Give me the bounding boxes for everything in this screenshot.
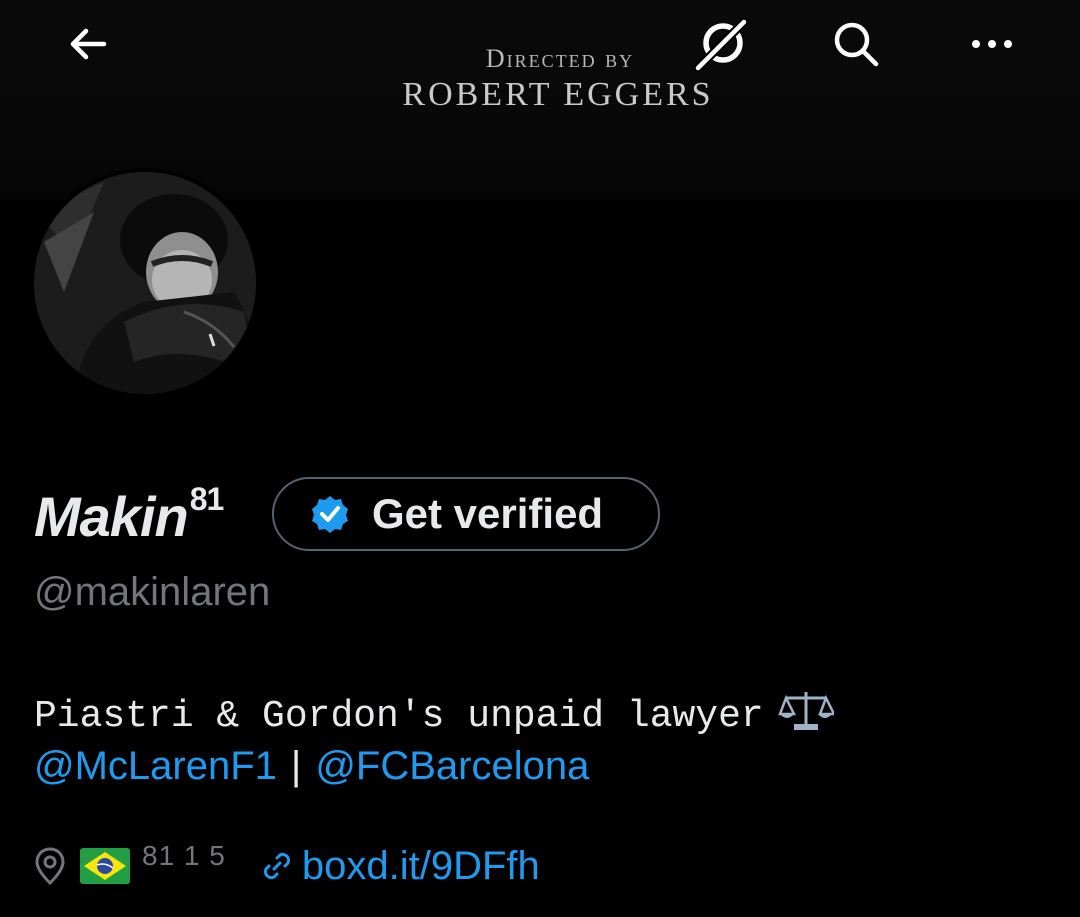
- search-icon: [834, 22, 879, 67]
- mention-mclaren-link[interactable]: @McLarenF1: [34, 744, 277, 789]
- location-pin-icon: [35, 847, 65, 886]
- banner-credit-line2: ROBERT EGGERS: [402, 76, 714, 113]
- more-icon: [972, 40, 1012, 48]
- verified-badge-icon: [312, 496, 348, 533]
- search-button[interactable]: [828, 16, 884, 72]
- mention-separator: |: [290, 744, 302, 788]
- avatar-photo: [34, 172, 256, 394]
- username-handle: @makinlaren: [34, 570, 271, 614]
- banner-credit: Directed by ROBERT EGGERS: [0, 44, 1080, 114]
- display-name-row: Makin81: [34, 478, 225, 554]
- location-text: 81 1 5: [142, 840, 226, 871]
- bio-text: Piastri & Gordon's unpaid lawyer: [34, 694, 764, 738]
- bio: Piastri & Gordon's unpaid lawyer: [34, 688, 836, 744]
- back-arrow-icon: [70, 28, 107, 60]
- mention-barcelona-link[interactable]: @FCBarcelona: [315, 744, 589, 789]
- balance-scale-icon: [777, 688, 836, 744]
- brazil-flag-icon: [80, 848, 130, 884]
- profile-meta: 81 1 5 boxd.it/9DFfh: [34, 840, 540, 892]
- back-button[interactable]: [60, 16, 116, 72]
- avatar-silhouette: [34, 172, 256, 394]
- display-name-superscript: 81: [189, 480, 225, 517]
- display-name: Makin81: [34, 480, 225, 548]
- more-options-button[interactable]: [964, 16, 1020, 72]
- link-icon: [263, 852, 290, 880]
- website-link[interactable]: boxd.it/9DFfh: [302, 844, 540, 889]
- get-verified-label: Get verified: [372, 490, 604, 537]
- banner-credit-line1: Directed by: [485, 44, 635, 73]
- get-verified-button[interactable]: Get verified: [272, 477, 660, 551]
- bio-mentions: @McLarenF1 | @FCBarcelona: [34, 744, 589, 789]
- grok-icon: [694, 17, 749, 72]
- grok-button[interactable]: [694, 16, 750, 72]
- profile-avatar[interactable]: [30, 168, 260, 398]
